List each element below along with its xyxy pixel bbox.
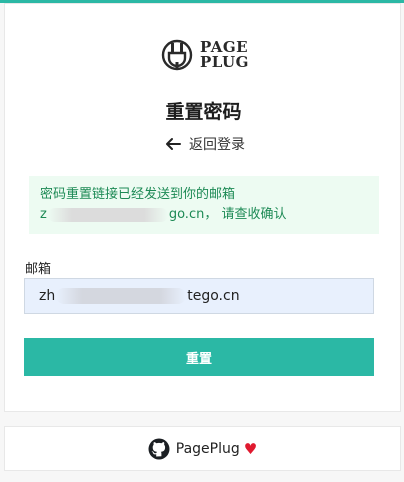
logo-wordmark: PAGE PLUG (200, 40, 249, 70)
email-value-suffix: tego.cn (187, 288, 240, 304)
arrow-left-icon (166, 138, 181, 150)
alert-email-prefix: z (40, 207, 47, 222)
email-field[interactable]: zh tego.cn (24, 278, 374, 314)
pageplug-logo: PAGE PLUG (160, 37, 255, 73)
reset-button[interactable]: 重置 (24, 338, 374, 376)
github-icon[interactable] (148, 438, 170, 460)
alert-message: 密码重置链接已经发送到你的邮箱 (40, 187, 236, 202)
pageplug-logo-icon (161, 39, 193, 71)
success-alert: 密码重置链接已经发送到你的邮箱 z go.cn， 请查收确认 (29, 176, 379, 234)
back-to-login-label: 返回登录 (189, 137, 245, 153)
footer-bar: PagePlug ♥ (4, 426, 401, 471)
email-label: 邮箱 (25, 262, 52, 277)
footer-brand-link[interactable]: PagePlug (176, 441, 240, 457)
back-to-login-link[interactable]: 返回登录 (165, 132, 245, 156)
alert-email-mid: go.cn (168, 207, 205, 222)
alert-email-redaction (47, 207, 168, 222)
heart-icon: ♥ (243, 439, 258, 458)
alert-confirm-text: ， 请查收确认 (204, 207, 287, 222)
email-value-prefix: zh (39, 288, 56, 304)
page-title: 重置密码 (165, 101, 242, 123)
email-value-redaction (56, 288, 187, 304)
logo-line-2: PLUG (200, 53, 249, 71)
alert-email-line: z go.cn， 请查收确认 (40, 205, 368, 225)
